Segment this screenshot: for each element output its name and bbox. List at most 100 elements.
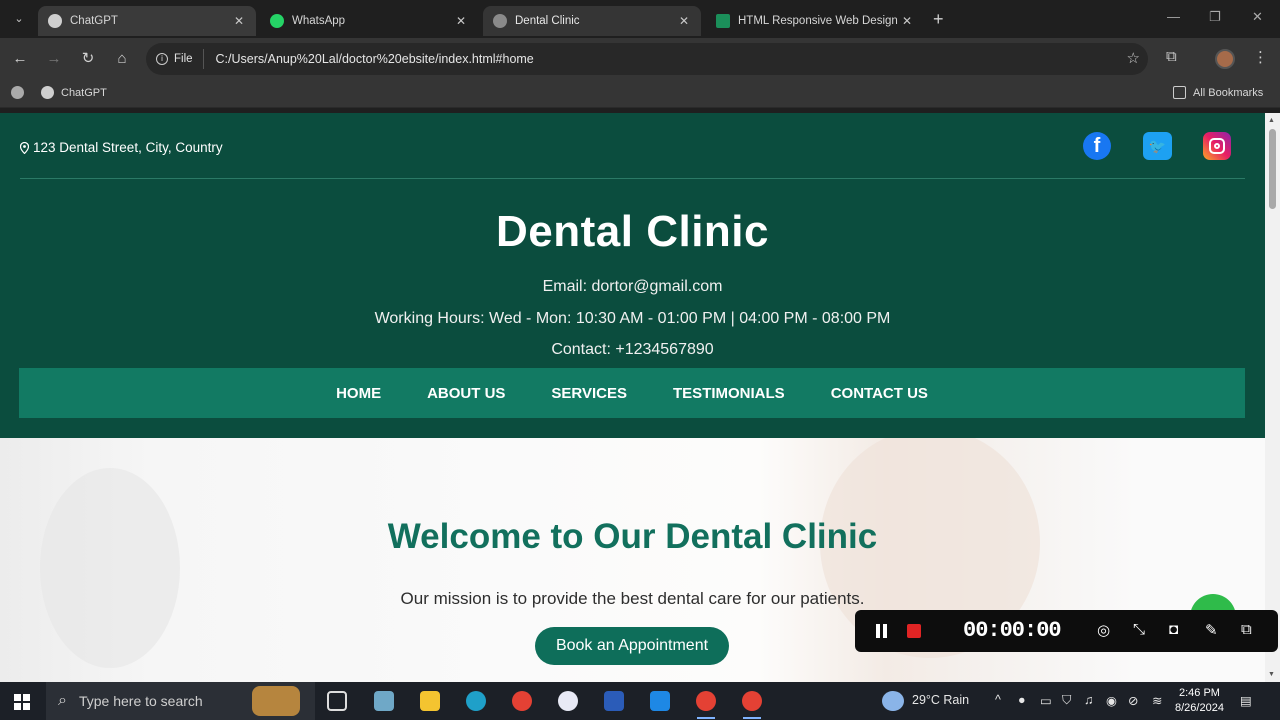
scroll-up-icon[interactable]: ▲ bbox=[1268, 117, 1275, 124]
pause-icon[interactable] bbox=[875, 624, 889, 638]
nav-testimonials[interactable]: TESTIMONIALS bbox=[673, 385, 785, 402]
forward-icon[interactable]: → bbox=[43, 48, 65, 70]
close-tab-icon[interactable]: ✕ bbox=[232, 14, 246, 28]
site-header: 123 Dental Street, City, Country f 🐦 Den… bbox=[0, 113, 1265, 438]
clock[interactable]: 2:46 PM 8/26/2024 bbox=[1175, 686, 1224, 716]
apps-globe-icon[interactable] bbox=[11, 86, 31, 99]
task-view-icon[interactable] bbox=[327, 691, 347, 711]
new-tab-icon[interactable]: + bbox=[933, 9, 944, 30]
tab-title: WhatsApp bbox=[292, 15, 346, 27]
chatgpt-icon bbox=[41, 86, 54, 99]
clock-time: 2:46 PM bbox=[1178, 687, 1220, 699]
extensions-icon[interactable]: ⧉ bbox=[1166, 48, 1177, 65]
location-pin-icon bbox=[20, 141, 29, 154]
profile-avatar[interactable] bbox=[1215, 49, 1235, 69]
bookmark-chatgpt[interactable]: ChatGPT bbox=[41, 86, 107, 99]
microphone-icon[interactable]: ● bbox=[1018, 693, 1026, 707]
start-windows-icon[interactable] bbox=[14, 694, 30, 710]
site-info-chip[interactable]: i File bbox=[156, 49, 204, 69]
show-hidden-icons-icon[interactable]: ^ bbox=[995, 693, 1001, 707]
close-tab-icon[interactable]: ✕ bbox=[677, 14, 691, 28]
search-icon: ⌕ bbox=[58, 692, 67, 709]
weather-text[interactable]: 29°C Rain bbox=[912, 693, 969, 707]
tab-whatsapp[interactable]: WhatsApp ✕ bbox=[260, 6, 478, 36]
all-bookmarks-label: All Bookmarks bbox=[1193, 86, 1264, 99]
stop-icon[interactable] bbox=[907, 624, 921, 638]
tab-chatgpt[interactable]: ChatGPT ✕ bbox=[38, 6, 256, 36]
back-icon[interactable]: ← bbox=[9, 48, 31, 70]
instagram-icon[interactable] bbox=[1203, 132, 1231, 160]
security-icon[interactable]: ⛉ bbox=[1062, 693, 1071, 708]
contact-line: Contact: +1234567890 bbox=[551, 341, 714, 358]
word-icon[interactable] bbox=[604, 691, 624, 711]
hero-text: Our mission is to provide the best denta… bbox=[400, 589, 865, 608]
globe-favicon-icon bbox=[493, 14, 507, 28]
all-bookmarks[interactable]: All Bookmarks bbox=[1173, 86, 1263, 99]
location-off-icon[interactable]: ⊘ bbox=[1128, 693, 1138, 708]
nav-contact-us[interactable]: CONTACT US bbox=[831, 385, 928, 402]
hero-background-shape bbox=[40, 468, 180, 668]
notifications-icon[interactable]: ▤ bbox=[1240, 693, 1252, 708]
nav-about-us[interactable]: ABOUT US bbox=[427, 385, 505, 402]
page-scrollbar[interactable]: ▲ ▼ bbox=[1265, 113, 1280, 682]
meet-now-icon[interactable]: ◉ bbox=[1106, 693, 1117, 708]
nav-home[interactable]: HOME bbox=[336, 385, 381, 402]
url-text[interactable]: C:/Users/Anup%20Lal/doctor%20ebsite/inde… bbox=[216, 52, 534, 66]
header-divider bbox=[20, 178, 1245, 179]
page-viewport: 123 Dental Street, City, Country f 🐦 Den… bbox=[0, 113, 1265, 682]
restore-icon[interactable]: ❐ bbox=[1209, 9, 1221, 25]
vscode-icon[interactable] bbox=[650, 691, 670, 711]
file-explorer-icon[interactable] bbox=[420, 691, 440, 711]
bookmarks-bar: ChatGPT All Bookmarks bbox=[0, 80, 1280, 108]
battery-icon[interactable]: ▭ bbox=[1040, 693, 1052, 708]
bookmark-label: ChatGPT bbox=[61, 86, 107, 99]
tab-search-chevron-icon[interactable]: ⌄ bbox=[8, 9, 30, 29]
chrome-profile-icon[interactable] bbox=[696, 691, 716, 711]
hours-line: Working Hours: Wed - Mon: 10:30 AM - 01:… bbox=[374, 310, 891, 327]
screen-recorder-bar: 00:00:00 ◎ ⤡ ◘ ✎ ⧉ bbox=[855, 610, 1278, 652]
twitter-icon[interactable]: 🐦 bbox=[1143, 132, 1172, 160]
w3-favicon-icon bbox=[716, 14, 730, 28]
reload-icon[interactable]: ↻ bbox=[77, 48, 99, 70]
close-window-icon[interactable]: ✕ bbox=[1252, 9, 1263, 25]
nav-services[interactable]: SERVICES bbox=[551, 385, 627, 402]
search-placeholder: Type here to search bbox=[78, 693, 203, 709]
scheme-label: File bbox=[174, 53, 193, 65]
windows-taskbar: ⌕ Type here to search 29°C Rain ^ ● ▭ ⛉ … bbox=[0, 682, 1280, 720]
app-store-icon[interactable] bbox=[558, 691, 578, 711]
clock-date: 8/26/2024 bbox=[1175, 702, 1224, 714]
edge-icon[interactable] bbox=[466, 691, 486, 711]
scrollbar-thumb[interactable] bbox=[1269, 129, 1276, 209]
notepad-icon[interactable] bbox=[374, 691, 394, 711]
scroll-down-icon[interactable]: ▼ bbox=[1268, 671, 1275, 678]
tab-strip: ⌄ ChatGPT ✕ WhatsApp ✕ Dental Clinic ✕ H… bbox=[0, 0, 1280, 38]
tab-dental-clinic[interactable]: Dental Clinic ✕ bbox=[483, 6, 701, 36]
window-icon[interactable]: ⧉ bbox=[1241, 621, 1252, 638]
tab-html-responsive[interactable]: HTML Responsive Web Design ✕ bbox=[706, 6, 924, 36]
chrome-profile-2-icon[interactable] bbox=[742, 691, 762, 711]
weather-icon[interactable] bbox=[882, 691, 904, 711]
menu-kebab-icon[interactable]: ⋮ bbox=[1253, 48, 1268, 66]
email-line: Email: dortor@gmail.com bbox=[542, 278, 723, 295]
tab-title: HTML Responsive Web Design bbox=[738, 15, 898, 27]
camera-icon[interactable]: ◘ bbox=[1169, 621, 1178, 638]
minimize-icon[interactable]: — bbox=[1167, 9, 1180, 24]
volume-icon[interactable]: ♫ bbox=[1084, 693, 1093, 707]
recording-timer: 00:00:00 bbox=[963, 618, 1062, 643]
bookmark-star-icon[interactable]: ☆ bbox=[1127, 49, 1140, 67]
pen-icon[interactable]: ✎ bbox=[1205, 621, 1218, 639]
site-title: Dental Clinic bbox=[496, 207, 769, 256]
main-nav: HOME ABOUT US SERVICES TESTIMONIALS CONT… bbox=[19, 368, 1245, 418]
facebook-icon[interactable]: f bbox=[1083, 132, 1111, 160]
collapse-icon[interactable]: ⤡ bbox=[1133, 621, 1145, 638]
close-tab-icon[interactable]: ✕ bbox=[900, 14, 914, 28]
screenshot-area-icon[interactable]: ◎ bbox=[1097, 621, 1110, 639]
address-bar[interactable]: i File C:/Users/Anup%20Lal/doctor%20ebsi… bbox=[146, 43, 1148, 75]
whatsapp-favicon-icon bbox=[270, 14, 284, 28]
chrome-icon[interactable] bbox=[512, 691, 532, 711]
home-icon[interactable]: ⌂ bbox=[111, 48, 133, 70]
wifi-icon[interactable]: ≋ bbox=[1152, 693, 1162, 708]
book-appointment-button[interactable]: Book an Appointment bbox=[535, 627, 729, 665]
close-tab-icon[interactable]: ✕ bbox=[454, 14, 468, 28]
info-icon: i bbox=[156, 53, 168, 65]
